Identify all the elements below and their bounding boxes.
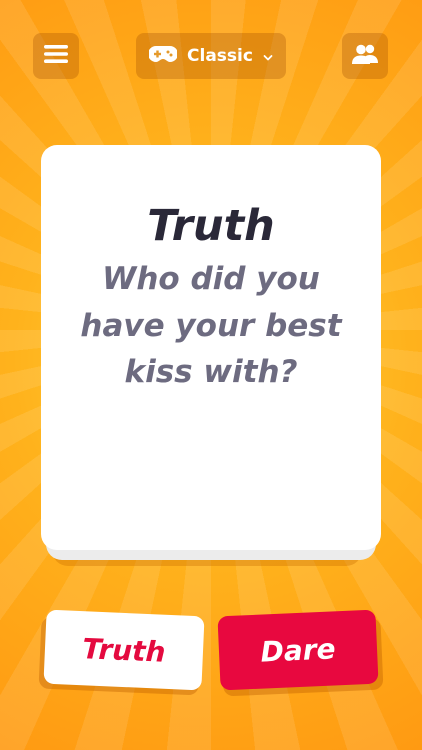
users-icon xyxy=(351,43,379,69)
chevron-down-icon xyxy=(263,47,273,66)
dare-button[interactable]: Dare xyxy=(217,609,379,691)
game-mode-label: Classic xyxy=(187,46,253,66)
card-title: Truth xyxy=(147,201,275,251)
truth-button[interactable]: Truth xyxy=(43,609,205,691)
hamburger-menu-icon xyxy=(43,43,69,69)
gamepad-icon xyxy=(148,45,179,67)
menu-button[interactable] xyxy=(33,33,79,79)
card-question: Who did you have your best kiss with? xyxy=(80,261,342,391)
game-mode-selector[interactable]: Classic xyxy=(136,33,286,79)
players-button[interactable] xyxy=(342,33,388,79)
question-card: Truth Who did you have your best kiss wi… xyxy=(41,145,381,550)
